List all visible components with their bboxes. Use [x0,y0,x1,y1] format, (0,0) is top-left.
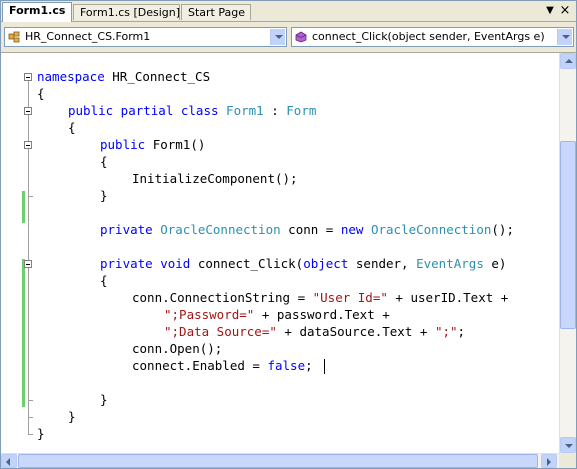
code-line: { [100,154,108,169]
code-line: public Form1() [100,137,206,152]
code-line: { [100,273,108,288]
horizontal-scrollbar[interactable] [1,453,559,468]
collapse-icon[interactable] [24,260,32,268]
member-dropdown-value: connect_Click(object sender, EventArgs e… [312,30,545,43]
code-editor-window: Form1.cs Form1.cs [Design] Start Page ▼ … [0,0,577,469]
outline-end [28,400,33,401]
scrollbar-corner [559,453,576,468]
code-line: conn.ConnectionString = "User Id=" + use… [132,290,509,305]
code-line: InitializeComponent(); [132,171,298,186]
close-icon[interactable]: × [559,4,571,17]
scroll-left-icon[interactable] [1,454,17,468]
tab-list-dropdown-icon[interactable]: ▼ [544,4,556,17]
vertical-scrollbar[interactable] [559,53,576,453]
code-line: { [68,120,76,135]
chevron-down-icon[interactable] [270,29,285,45]
class-icon [8,31,20,43]
code-line: } [37,426,45,441]
collapse-icon[interactable] [24,141,32,149]
change-marker [22,259,25,407]
collapse-icon[interactable] [24,107,32,115]
navigation-bar: HR_Connect_CS.Form1 connect_Click(object… [1,22,576,53]
code-line: private OracleConnection conn = new Orac… [100,222,514,237]
scroll-down-icon[interactable] [560,437,576,453]
member-dropdown[interactable]: connect_Click(object sender, EventArgs e… [291,27,574,47]
code-line: } [100,188,108,203]
change-marker [22,191,25,223]
class-dropdown[interactable]: HR_Connect_CS.Form1 [4,27,287,47]
scroll-right-icon[interactable] [541,454,557,468]
tab-form1-cs[interactable]: Form1.cs [2,2,72,22]
outline-end [28,196,33,197]
tab-start-page[interactable]: Start Page [181,4,251,20]
code-line: private void connect_Click(object sender… [100,256,507,271]
horizontal-scroll-thumb[interactable] [18,454,538,468]
scroll-up-icon[interactable] [560,53,576,69]
code-line: public partial class Form1 : Form [68,103,317,118]
text-caret [324,359,325,374]
code-line: connect.Enabled = false; [132,358,313,373]
class-dropdown-value: HR_Connect_CS.Form1 [25,30,151,43]
code-line: namespace HR_Connect_CS [37,69,211,84]
outline-end [28,434,33,435]
outline-line [28,81,29,435]
method-icon [295,31,307,43]
code-line: } [100,392,108,407]
code-line: } [68,409,76,424]
vertical-scroll-thumb[interactable] [560,141,576,329]
code-editor[interactable]: namespace HR_Connect_CS { public partial… [1,53,559,453]
collapse-icon[interactable] [24,73,32,81]
document-tab-strip: Form1.cs Form1.cs [Design] Start Page ▼ … [1,1,576,22]
code-line: { [37,86,45,101]
tab-form1-cs-design[interactable]: Form1.cs [Design] [73,4,180,20]
outline-end [28,417,33,418]
code-line: conn.Open(); [132,341,223,356]
outline-gutter [1,53,21,453]
code-line: ";Password=" + password.Text + [164,307,390,322]
chevron-down-icon[interactable] [557,29,572,45]
code-line: ";Data Source=" + dataSource.Text + ";"; [164,324,466,339]
